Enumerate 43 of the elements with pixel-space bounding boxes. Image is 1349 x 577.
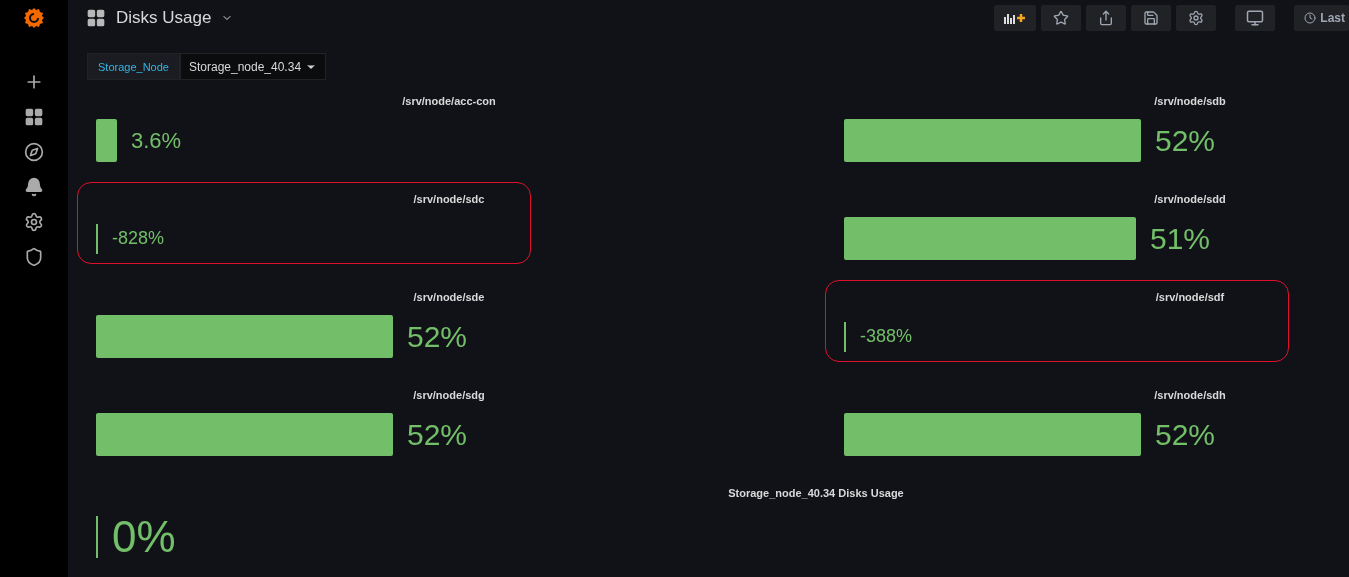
gauge-value: 52% <box>407 319 468 354</box>
settings-icon <box>1188 9 1205 26</box>
logo-icon[interactable] <box>22 6 46 30</box>
gauge-value: 51% <box>1150 221 1211 256</box>
gauge-value: 52% <box>1155 123 1216 158</box>
star-icon <box>1053 9 1070 26</box>
panel-title: /srv/node/sdb <box>1153 94 1227 108</box>
panel-title: /srv/node/acc-con <box>401 94 497 108</box>
panel-title: /srv/node/sdd <box>1153 192 1227 206</box>
save-button[interactable] <box>1131 4 1172 31</box>
star-button[interactable] <box>1041 4 1082 31</box>
share-button[interactable] <box>1086 4 1127 31</box>
monitor-icon <box>1246 8 1265 27</box>
panel-title: /srv/node/sdc <box>412 192 486 206</box>
panel-title: /srv/node/sde <box>412 290 486 304</box>
settings-button[interactable] <box>1176 4 1217 31</box>
tv-mode-button[interactable] <box>1235 4 1276 31</box>
time-picker-button[interactable]: Last <box>1294 4 1349 31</box>
gauge-value: 52% <box>407 417 468 452</box>
panel-title: /srv/node/sdh <box>1153 388 1227 402</box>
gauge-value: -388% <box>860 326 913 347</box>
settings-icon[interactable] <box>24 212 44 232</box>
bell-icon[interactable] <box>24 177 44 197</box>
gauge-value: -828% <box>112 228 165 249</box>
variable-dropdown[interactable]: Storage_node_40.34 <box>179 53 327 80</box>
dashboards-icon <box>86 7 106 28</box>
add-panel-icon <box>1004 11 1027 24</box>
stat-value: 0% <box>112 512 176 562</box>
save-icon <box>1143 9 1160 26</box>
panel-title: /srv/node/sdg <box>412 388 486 402</box>
gauge-bar <box>96 119 117 162</box>
gauge-value: 3.6% <box>131 127 182 154</box>
panel-title: /srv/node/sdf <box>1154 290 1226 304</box>
share-icon <box>1098 9 1115 26</box>
shield-icon[interactable] <box>24 247 44 267</box>
gauge-value: 52% <box>1155 417 1216 452</box>
variable-label: Storage_Node <box>87 53 180 80</box>
add-panel-button[interactable] <box>994 4 1037 31</box>
dashboard-title[interactable]: Disks Usage <box>86 7 234 28</box>
clock-icon <box>1304 11 1317 24</box>
panel-title: Storage_node_40.34 Disks Usage <box>727 486 905 500</box>
dashboards-icon[interactable] <box>24 107 44 127</box>
compass-icon[interactable] <box>24 142 44 162</box>
